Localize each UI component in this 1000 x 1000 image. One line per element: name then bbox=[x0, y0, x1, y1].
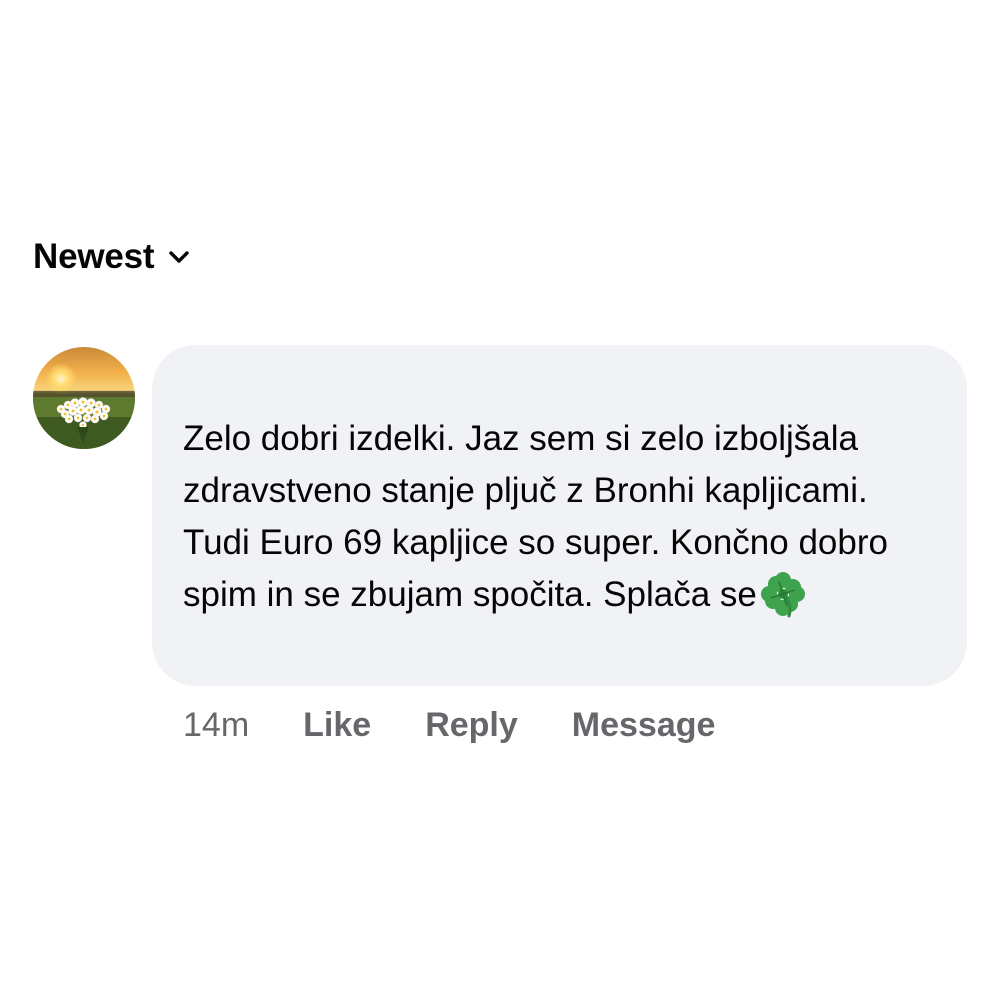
avatar[interactable] bbox=[33, 347, 135, 449]
comment-bubble: Zelo dobri izdelki. Jaz sem si zelo izbo… bbox=[152, 345, 967, 686]
reply-button[interactable]: Reply bbox=[425, 706, 518, 745]
message-button[interactable]: Message bbox=[572, 706, 716, 745]
chevron-down-icon bbox=[166, 244, 192, 270]
daisy-field-sunset-icon bbox=[33, 347, 135, 449]
sort-label: Newest bbox=[33, 237, 155, 276]
comments-page: Newest Zelo dobri izdelki. Jaz sem si ze… bbox=[0, 0, 1000, 1000]
comment-actions: 14m Like Reply Message bbox=[183, 700, 769, 750]
four-leaf-clover-icon bbox=[759, 570, 807, 618]
like-button[interactable]: Like bbox=[303, 706, 371, 745]
comment-timestamp[interactable]: 14m bbox=[183, 706, 249, 745]
comment-body: Zelo dobri izdelki. Jaz sem si zelo izbo… bbox=[183, 413, 937, 621]
sort-dropdown[interactable]: Newest bbox=[33, 232, 192, 282]
